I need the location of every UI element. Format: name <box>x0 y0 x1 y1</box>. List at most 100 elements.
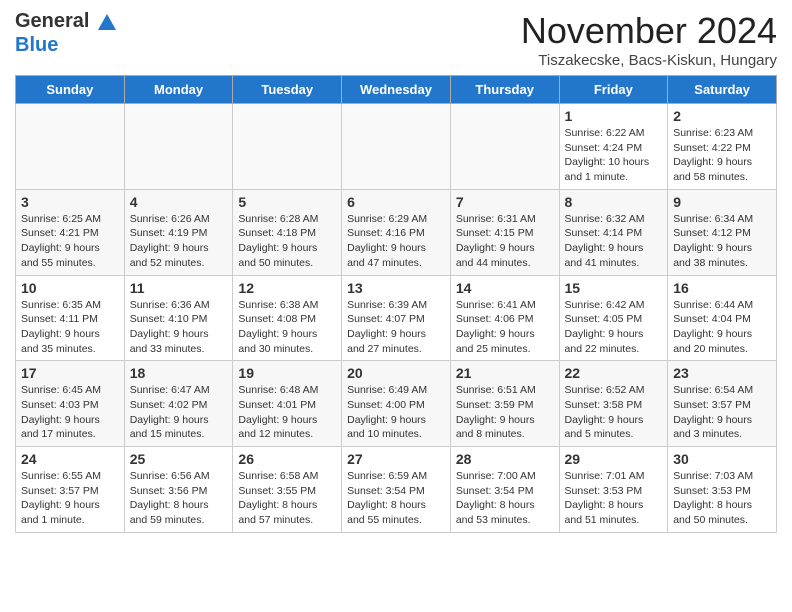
day-number: 4 <box>130 194 228 210</box>
calendar-cell: 29 Sunrise: 7:01 AM Sunset: 3:53 PM Dayli… <box>559 447 668 533</box>
day-info: Sunrise: 6:44 AM Sunset: 4:04 PM Dayligh… <box>673 298 771 357</box>
calendar-cell <box>342 104 451 190</box>
day-number: 11 <box>130 280 228 296</box>
subtitle: Tiszakecske, Bacs-Kiskun, Hungary <box>521 52 777 69</box>
calendar-cell: 28 Sunrise: 7:00 AM Sunset: 3:54 PM Dayli… <box>450 447 559 533</box>
day-number: 22 <box>565 365 663 381</box>
calendar-cell: 5 Sunrise: 6:28 AM Sunset: 4:18 PM Daylig… <box>233 189 342 275</box>
calendar-cell: 17Sunrise: 6:45 AM Sunset: 4:03 PM Dayli… <box>16 361 125 447</box>
day-info: Sunrise: 6:32 AM Sunset: 4:14 PM Dayligh… <box>565 212 663 271</box>
calendar-week-3: 17Sunrise: 6:45 AM Sunset: 4:03 PM Dayli… <box>16 361 777 447</box>
calendar-week-1: 3 Sunrise: 6:25 AM Sunset: 4:21 PM Daylig… <box>16 189 777 275</box>
calendar-cell: 12Sunrise: 6:38 AM Sunset: 4:08 PM Dayli… <box>233 275 342 361</box>
day-number: 7 <box>456 194 554 210</box>
calendar-cell: 18 Sunrise: 6:47 AM Sunset: 4:02 PM Dayli… <box>124 361 233 447</box>
logo-general: General <box>15 10 89 32</box>
day-info: Sunrise: 7:01 AM Sunset: 3:53 PM Dayligh… <box>565 469 663 528</box>
day-number: 16 <box>673 280 771 296</box>
col-tuesday: Tuesday <box>233 76 342 104</box>
calendar-cell: 20Sunrise: 6:49 AM Sunset: 4:00 PM Dayli… <box>342 361 451 447</box>
col-monday: Monday <box>124 76 233 104</box>
day-number: 26 <box>238 451 336 467</box>
day-info: Sunrise: 6:29 AM Sunset: 4:16 PM Dayligh… <box>347 212 445 271</box>
day-info: Sunrise: 6:36 AM Sunset: 4:10 PM Dayligh… <box>130 298 228 357</box>
day-info: Sunrise: 6:35 AM Sunset: 4:11 PM Dayligh… <box>21 298 119 357</box>
logo-icon <box>96 12 118 34</box>
day-info: Sunrise: 6:38 AM Sunset: 4:08 PM Dayligh… <box>238 298 336 357</box>
day-number: 2 <box>673 108 771 124</box>
day-info: Sunrise: 6:22 AM Sunset: 4:24 PM Dayligh… <box>565 126 663 185</box>
day-number: 6 <box>347 194 445 210</box>
day-number: 21 <box>456 365 554 381</box>
calendar-cell <box>450 104 559 190</box>
day-number: 19 <box>238 365 336 381</box>
calendar-cell: 21Sunrise: 6:51 AM Sunset: 3:59 PM Dayli… <box>450 361 559 447</box>
day-info: Sunrise: 6:28 AM Sunset: 4:18 PM Dayligh… <box>238 212 336 271</box>
day-info: Sunrise: 6:41 AM Sunset: 4:06 PM Dayligh… <box>456 298 554 357</box>
day-info: Sunrise: 6:54 AM Sunset: 3:57 PM Dayligh… <box>673 383 771 442</box>
calendar-cell: 24Sunrise: 6:55 AM Sunset: 3:57 PM Dayli… <box>16 447 125 533</box>
day-number: 3 <box>21 194 119 210</box>
day-number: 29 <box>565 451 663 467</box>
day-number: 13 <box>347 280 445 296</box>
calendar-cell: 11 Sunrise: 6:36 AM Sunset: 4:10 PM Dayli… <box>124 275 233 361</box>
calendar-cell: 13 Sunrise: 6:39 AM Sunset: 4:07 PM Dayli… <box>342 275 451 361</box>
calendar-cell: 27 Sunrise: 6:59 AM Sunset: 3:54 PM Dayli… <box>342 447 451 533</box>
day-number: 23 <box>673 365 771 381</box>
day-info: Sunrise: 6:25 AM Sunset: 4:21 PM Dayligh… <box>21 212 119 271</box>
calendar-cell: 25 Sunrise: 6:56 AM Sunset: 3:56 PM Dayli… <box>124 447 233 533</box>
day-number: 10 <box>21 280 119 296</box>
calendar-cell: 9Sunrise: 6:34 AM Sunset: 4:12 PM Daylig… <box>668 189 777 275</box>
day-number: 25 <box>130 451 228 467</box>
logo: General Blue <box>15 10 120 56</box>
calendar-cell: 14Sunrise: 6:41 AM Sunset: 4:06 PM Dayli… <box>450 275 559 361</box>
calendar-cell: 10 Sunrise: 6:35 AM Sunset: 4:11 PM Dayli… <box>16 275 125 361</box>
day-info: Sunrise: 6:31 AM Sunset: 4:15 PM Dayligh… <box>456 212 554 271</box>
page-container: General Blue November 2024 Tiszakecske, … <box>0 0 792 543</box>
logo-text: General Blue <box>15 10 120 56</box>
calendar-cell <box>124 104 233 190</box>
day-info: Sunrise: 6:58 AM Sunset: 3:55 PM Dayligh… <box>238 469 336 528</box>
calendar-cell: 6 Sunrise: 6:29 AM Sunset: 4:16 PM Daylig… <box>342 189 451 275</box>
day-info: Sunrise: 7:00 AM Sunset: 3:54 PM Dayligh… <box>456 469 554 528</box>
day-number: 18 <box>130 365 228 381</box>
calendar-cell: 16 Sunrise: 6:44 AM Sunset: 4:04 PM Dayli… <box>668 275 777 361</box>
logo-blue: Blue <box>15 34 58 56</box>
col-saturday: Saturday <box>668 76 777 104</box>
calendar-cell: 23 Sunrise: 6:54 AM Sunset: 3:57 PM Dayli… <box>668 361 777 447</box>
day-info: Sunrise: 6:47 AM Sunset: 4:02 PM Dayligh… <box>130 383 228 442</box>
day-info: Sunrise: 6:39 AM Sunset: 4:07 PM Dayligh… <box>347 298 445 357</box>
calendar-cell: 1 Sunrise: 6:22 AM Sunset: 4:24 PM Daylig… <box>559 104 668 190</box>
header: General Blue November 2024 Tiszakecske, … <box>15 10 777 69</box>
calendar-cell: 3 Sunrise: 6:25 AM Sunset: 4:21 PM Daylig… <box>16 189 125 275</box>
day-info: Sunrise: 6:26 AM Sunset: 4:19 PM Dayligh… <box>130 212 228 271</box>
day-info: Sunrise: 6:34 AM Sunset: 4:12 PM Dayligh… <box>673 212 771 271</box>
day-number: 28 <box>456 451 554 467</box>
col-thursday: Thursday <box>450 76 559 104</box>
calendar-cell: 2 Sunrise: 6:23 AM Sunset: 4:22 PM Daylig… <box>668 104 777 190</box>
calendar-cell: 26 Sunrise: 6:58 AM Sunset: 3:55 PM Dayli… <box>233 447 342 533</box>
calendar-cell: 7 Sunrise: 6:31 AM Sunset: 4:15 PM Daylig… <box>450 189 559 275</box>
day-info: Sunrise: 6:56 AM Sunset: 3:56 PM Dayligh… <box>130 469 228 528</box>
day-number: 5 <box>238 194 336 210</box>
calendar-table: Sunday Monday Tuesday Wednesday Thursday… <box>15 75 777 533</box>
day-info: Sunrise: 6:52 AM Sunset: 3:58 PM Dayligh… <box>565 383 663 442</box>
title-block: November 2024 Tiszakecske, Bacs-Kiskun, … <box>521 10 777 69</box>
day-number: 1 <box>565 108 663 124</box>
calendar-cell: 15Sunrise: 6:42 AM Sunset: 4:05 PM Dayli… <box>559 275 668 361</box>
day-number: 20 <box>347 365 445 381</box>
day-info: Sunrise: 7:03 AM Sunset: 3:53 PM Dayligh… <box>673 469 771 528</box>
day-info: Sunrise: 6:55 AM Sunset: 3:57 PM Dayligh… <box>21 469 119 528</box>
day-number: 27 <box>347 451 445 467</box>
calendar-week-4: 24Sunrise: 6:55 AM Sunset: 3:57 PM Dayli… <box>16 447 777 533</box>
col-wednesday: Wednesday <box>342 76 451 104</box>
calendar-cell: 19Sunrise: 6:48 AM Sunset: 4:01 PM Dayli… <box>233 361 342 447</box>
day-info: Sunrise: 6:23 AM Sunset: 4:22 PM Dayligh… <box>673 126 771 185</box>
calendar-header-row: Sunday Monday Tuesday Wednesday Thursday… <box>16 76 777 104</box>
calendar-week-0: 1 Sunrise: 6:22 AM Sunset: 4:24 PM Daylig… <box>16 104 777 190</box>
day-number: 17 <box>21 365 119 381</box>
calendar-cell <box>16 104 125 190</box>
calendar-cell: 4 Sunrise: 6:26 AM Sunset: 4:19 PM Daylig… <box>124 189 233 275</box>
day-number: 8 <box>565 194 663 210</box>
day-info: Sunrise: 6:59 AM Sunset: 3:54 PM Dayligh… <box>347 469 445 528</box>
